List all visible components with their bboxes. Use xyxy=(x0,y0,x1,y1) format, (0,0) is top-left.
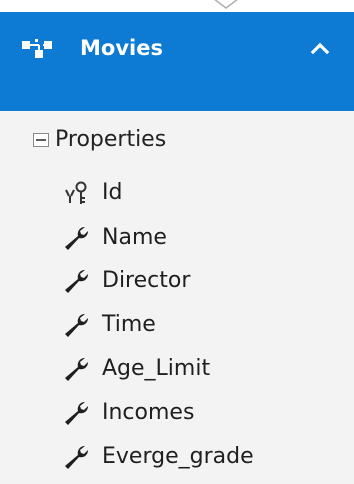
wrench-icon xyxy=(65,226,89,250)
entity-title: Movies xyxy=(80,36,163,60)
property-row-age-limit[interactable]: Age_Limit xyxy=(0,349,354,389)
key-icon xyxy=(65,181,87,204)
collapse-minus-icon[interactable] xyxy=(33,133,49,147)
properties-section-label: Properties xyxy=(55,127,167,152)
chevron-up-icon[interactable] xyxy=(308,36,332,60)
entity-header[interactable]: Movies xyxy=(0,12,354,111)
property-row-time[interactable]: Time xyxy=(0,305,354,345)
property-label: Name xyxy=(102,225,167,250)
property-label: Everge_grade xyxy=(102,444,254,469)
property-row-director[interactable]: Director xyxy=(0,261,354,301)
wrench-icon xyxy=(65,445,89,469)
property-row-incomes[interactable]: Incomes xyxy=(0,393,354,433)
property-row-everge-grade[interactable]: Everge_grade xyxy=(0,437,354,477)
property-label: Age_Limit xyxy=(102,356,211,381)
entity-icon xyxy=(22,39,52,58)
wrench-icon xyxy=(65,269,89,293)
property-row-id[interactable]: Id xyxy=(0,173,354,213)
property-row-name[interactable]: Name xyxy=(0,218,354,258)
property-label: Time xyxy=(102,312,156,337)
entity-box[interactable]: Movies Properties Id Name Director Time … xyxy=(0,12,354,484)
wrench-icon xyxy=(65,313,89,337)
property-label: Incomes xyxy=(102,400,195,425)
wrench-icon xyxy=(65,357,89,381)
property-label: Director xyxy=(102,268,191,293)
entity-designer-canvas: Movies Properties Id Name Director Time … xyxy=(0,0,354,484)
wrench-icon xyxy=(65,401,89,425)
properties-section-header[interactable]: Properties xyxy=(0,119,354,163)
property-label: Id xyxy=(102,180,123,205)
